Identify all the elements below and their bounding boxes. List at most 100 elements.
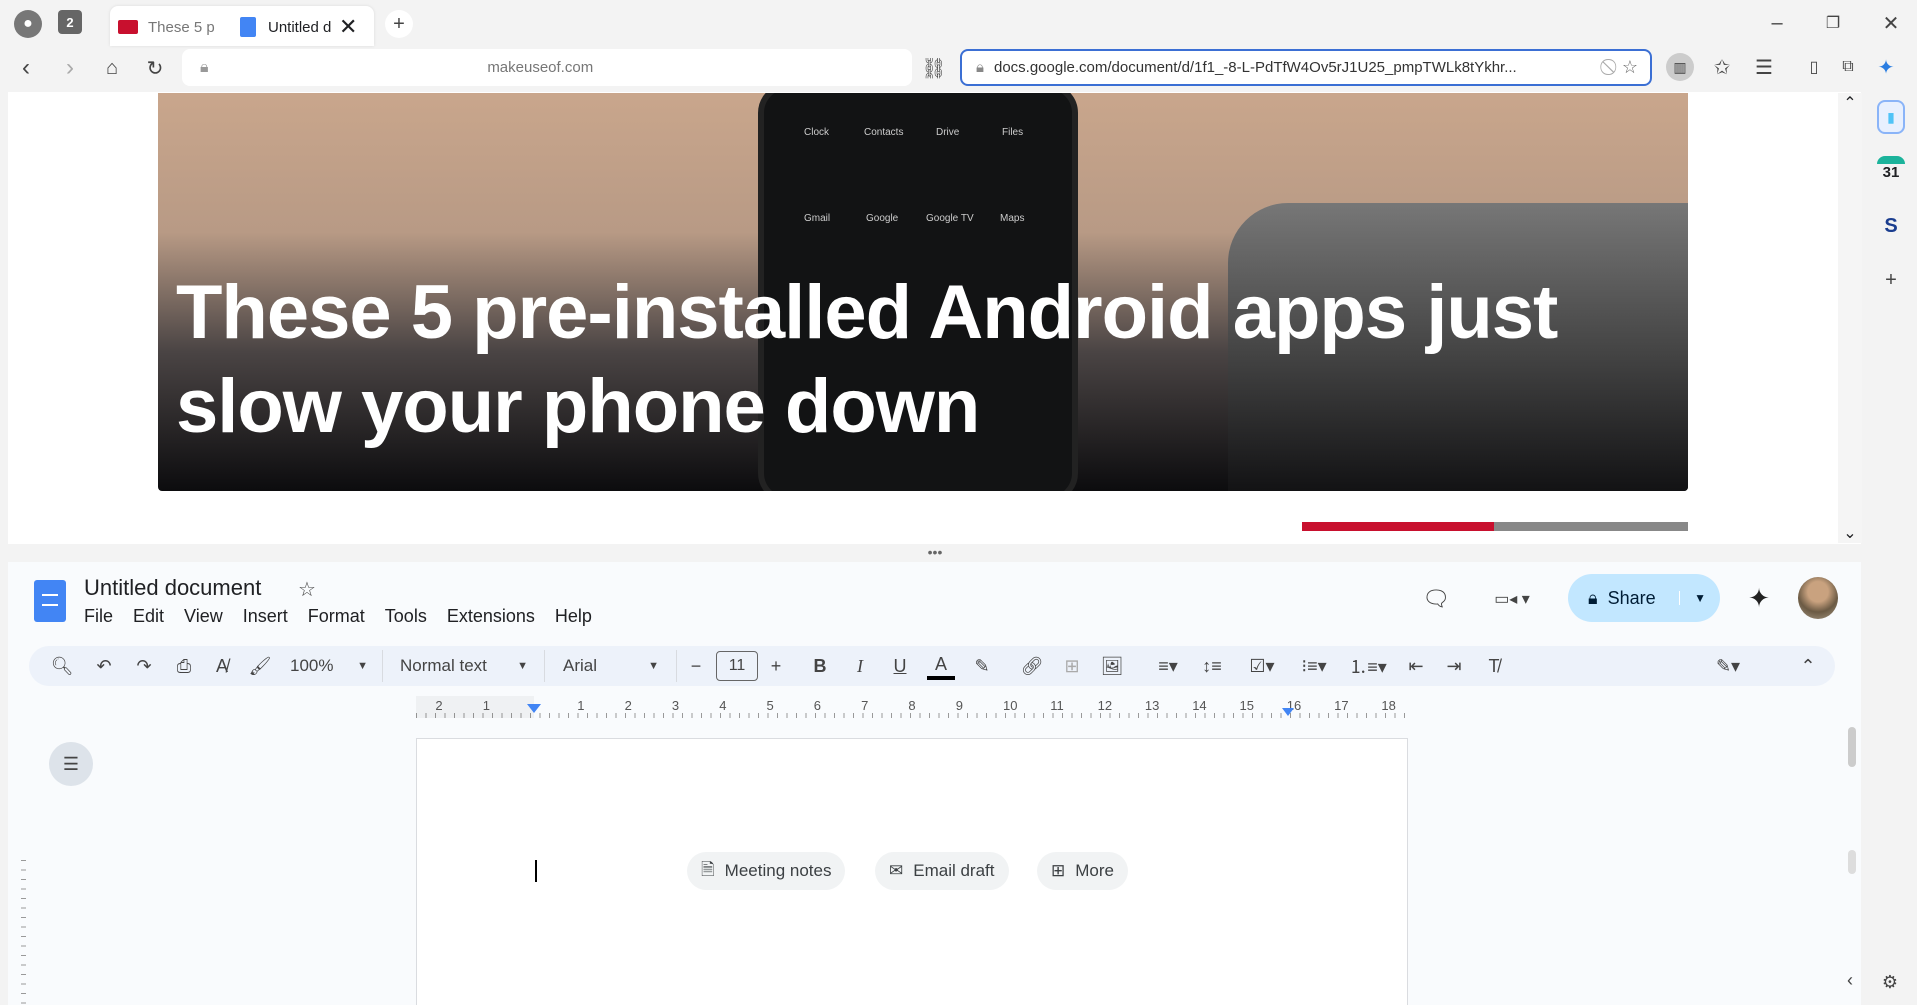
restore-button[interactable]: ❐	[1818, 10, 1848, 36]
left-address-bar[interactable]: 🔒︎ makeuseof.com	[182, 49, 912, 86]
docs-scrollbar-thumb-2[interactable]	[1848, 850, 1856, 874]
splitter-handle[interactable]: •••	[910, 544, 960, 560]
style-select[interactable]: Normal text ▼	[400, 652, 528, 680]
decrease-font-size-button[interactable]: −	[684, 652, 708, 680]
add-comment-icon[interactable]: ⊞	[1058, 652, 1086, 680]
settings-icon[interactable]: ⚙	[1876, 968, 1904, 996]
menu-format[interactable]: Format	[308, 606, 365, 627]
meeting-notes-chip[interactable]: 🗎 Meeting notes	[687, 852, 846, 890]
star-icon[interactable]: ☆	[294, 576, 320, 602]
bullet-list-icon[interactable]: ⁝≡▾	[1292, 652, 1336, 680]
add-sidebar-icon[interactable]: +	[1877, 266, 1905, 294]
left-indent-marker[interactable]	[527, 704, 541, 713]
forward-icon[interactable]: ›	[56, 54, 84, 82]
split-view-icon[interactable]: ▥	[1666, 53, 1694, 81]
menu-edit[interactable]: Edit	[133, 606, 164, 627]
increase-font-size-button[interactable]: +	[764, 652, 788, 680]
app-label: Google	[866, 213, 899, 224]
translate-icon[interactable]: ⧉	[1834, 53, 1862, 81]
new-tab-button[interactable]: +	[385, 10, 413, 38]
numbered-list-icon[interactable]: ⒈≡▾	[1346, 652, 1390, 680]
tab-makeuseof[interactable]: These 5 p	[118, 8, 228, 46]
zoom-select[interactable]: 100% ▼	[290, 652, 368, 680]
ruler-number: 1	[577, 698, 585, 713]
italic-button[interactable]: I	[848, 652, 872, 680]
highlight-icon[interactable]: ✎	[968, 652, 996, 680]
menu-icon[interactable]: ☰	[1750, 53, 1778, 81]
comments-icon[interactable]: 🗨︎	[1420, 583, 1452, 615]
search-menus-icon[interactable]: 🔍︎	[48, 652, 76, 680]
sidebar-icon[interactable]: ▯	[1800, 53, 1828, 81]
profile-icon[interactable]: ●	[14, 10, 42, 38]
menu-file[interactable]: File	[84, 606, 113, 627]
line-spacing-icon[interactable]: ↕≡	[1198, 652, 1226, 680]
close-tab-icon[interactable]: ✕	[339, 14, 357, 40]
more-chip[interactable]: ⊞ More	[1037, 852, 1128, 890]
redo-icon[interactable]: ↷	[130, 652, 158, 680]
clear-formatting-icon[interactable]: T̸	[1480, 652, 1508, 680]
lock-icon: 🔒︎	[200, 58, 209, 76]
favorites-icon[interactable]: ✩	[1708, 53, 1736, 81]
article-headline[interactable]: These 5 pre-installed Android apps just …	[176, 266, 1676, 454]
insert-image-icon[interactable]: 🖼︎	[1098, 652, 1126, 680]
collapse-toolbar-icon[interactable]: ⌃	[1794, 652, 1822, 680]
article-scrollbar[interactable]: ⌃ ⌄	[1838, 93, 1862, 543]
right-address-bar[interactable]: 🔒︎ docs.google.com/document/d/1f1_-8-L-P…	[960, 49, 1652, 86]
undo-icon[interactable]: ↶	[90, 652, 118, 680]
back-icon[interactable]: ‹	[12, 54, 40, 82]
app-label: Google TV	[926, 213, 974, 224]
email-icon: ✉	[889, 861, 904, 880]
ruler-margin-left	[416, 696, 534, 718]
font-select[interactable]: Arial ▼	[563, 652, 659, 680]
ruler-number: 5	[766, 698, 774, 713]
close-window-button[interactable]: ✕	[1876, 10, 1906, 36]
phone-sidebar-icon[interactable]: ▮	[1877, 100, 1905, 134]
align-icon[interactable]: ≡▾	[1148, 652, 1188, 680]
ruler-number: 15	[1239, 698, 1254, 713]
decrease-indent-icon[interactable]: ⇤	[1402, 652, 1430, 680]
unlink-icon[interactable]: ⛓	[920, 54, 948, 82]
docs-icon	[240, 17, 256, 37]
meet-icon[interactable]: ▭◂ ▾	[1486, 583, 1538, 615]
checklist-icon[interactable]: ☑▾	[1240, 652, 1284, 680]
bookmark-star-icon[interactable]: ☆	[1622, 57, 1638, 78]
paint-format-icon[interactable]: 🖌︎	[246, 652, 274, 680]
ai-sparkle-icon[interactable]: ✦	[1872, 53, 1900, 81]
s-sidebar-icon[interactable]: S	[1877, 212, 1905, 240]
docs-scrollbar-thumb[interactable]	[1848, 727, 1856, 767]
menu-extensions[interactable]: Extensions	[447, 606, 535, 627]
underline-button[interactable]: U	[888, 652, 912, 680]
text-color-button[interactable]: A	[927, 652, 955, 680]
editing-mode-icon[interactable]: ✎▾	[1706, 652, 1750, 680]
reload-icon[interactable]: ↻	[141, 54, 169, 82]
link-icon[interactable]: 🔗︎	[1018, 652, 1046, 680]
tab-docs[interactable]: Untitled d ✕	[240, 8, 370, 46]
font-size-input[interactable]: 11	[716, 651, 758, 681]
tab-count-button[interactable]: 2	[58, 10, 82, 34]
menu-view[interactable]: View	[184, 606, 223, 627]
tab-label: Untitled d	[268, 18, 332, 36]
menu-help[interactable]: Help	[555, 606, 592, 627]
menu-insert[interactable]: Insert	[243, 606, 288, 627]
home-icon[interactable]: ⌂	[98, 54, 126, 82]
print-icon[interactable]: ⎙	[170, 652, 198, 680]
document-icon: 🗎	[701, 859, 715, 879]
avatar[interactable]	[1798, 577, 1838, 619]
gemini-icon[interactable]: ✦	[1744, 582, 1774, 614]
menu-tools[interactable]: Tools	[385, 606, 427, 627]
doc-title[interactable]: Untitled document	[84, 575, 261, 601]
increase-indent-icon[interactable]: ⇥	[1440, 652, 1468, 680]
spellcheck-icon[interactable]: A̸	[208, 652, 236, 680]
calendar-sidebar-icon[interactable]: 31	[1877, 156, 1905, 181]
minimize-button[interactable]: –	[1762, 10, 1792, 36]
share-button[interactable]: 🔒︎ Share ▼	[1568, 574, 1720, 622]
share-dropdown-icon[interactable]: ▼	[1679, 591, 1720, 605]
more-icon: ⊞	[1051, 861, 1066, 880]
bold-button[interactable]: B	[808, 652, 832, 680]
side-panel-toggle-icon[interactable]: ‹	[1836, 966, 1864, 994]
right-indent-marker[interactable]	[1282, 708, 1294, 716]
email-draft-chip[interactable]: ✉ Email draft	[875, 852, 1009, 890]
document-outline-button[interactable]: ☰	[49, 742, 93, 786]
menu-bar: File Edit View Insert Format Tools Exten…	[84, 606, 612, 627]
app-label: Contacts	[864, 127, 904, 138]
